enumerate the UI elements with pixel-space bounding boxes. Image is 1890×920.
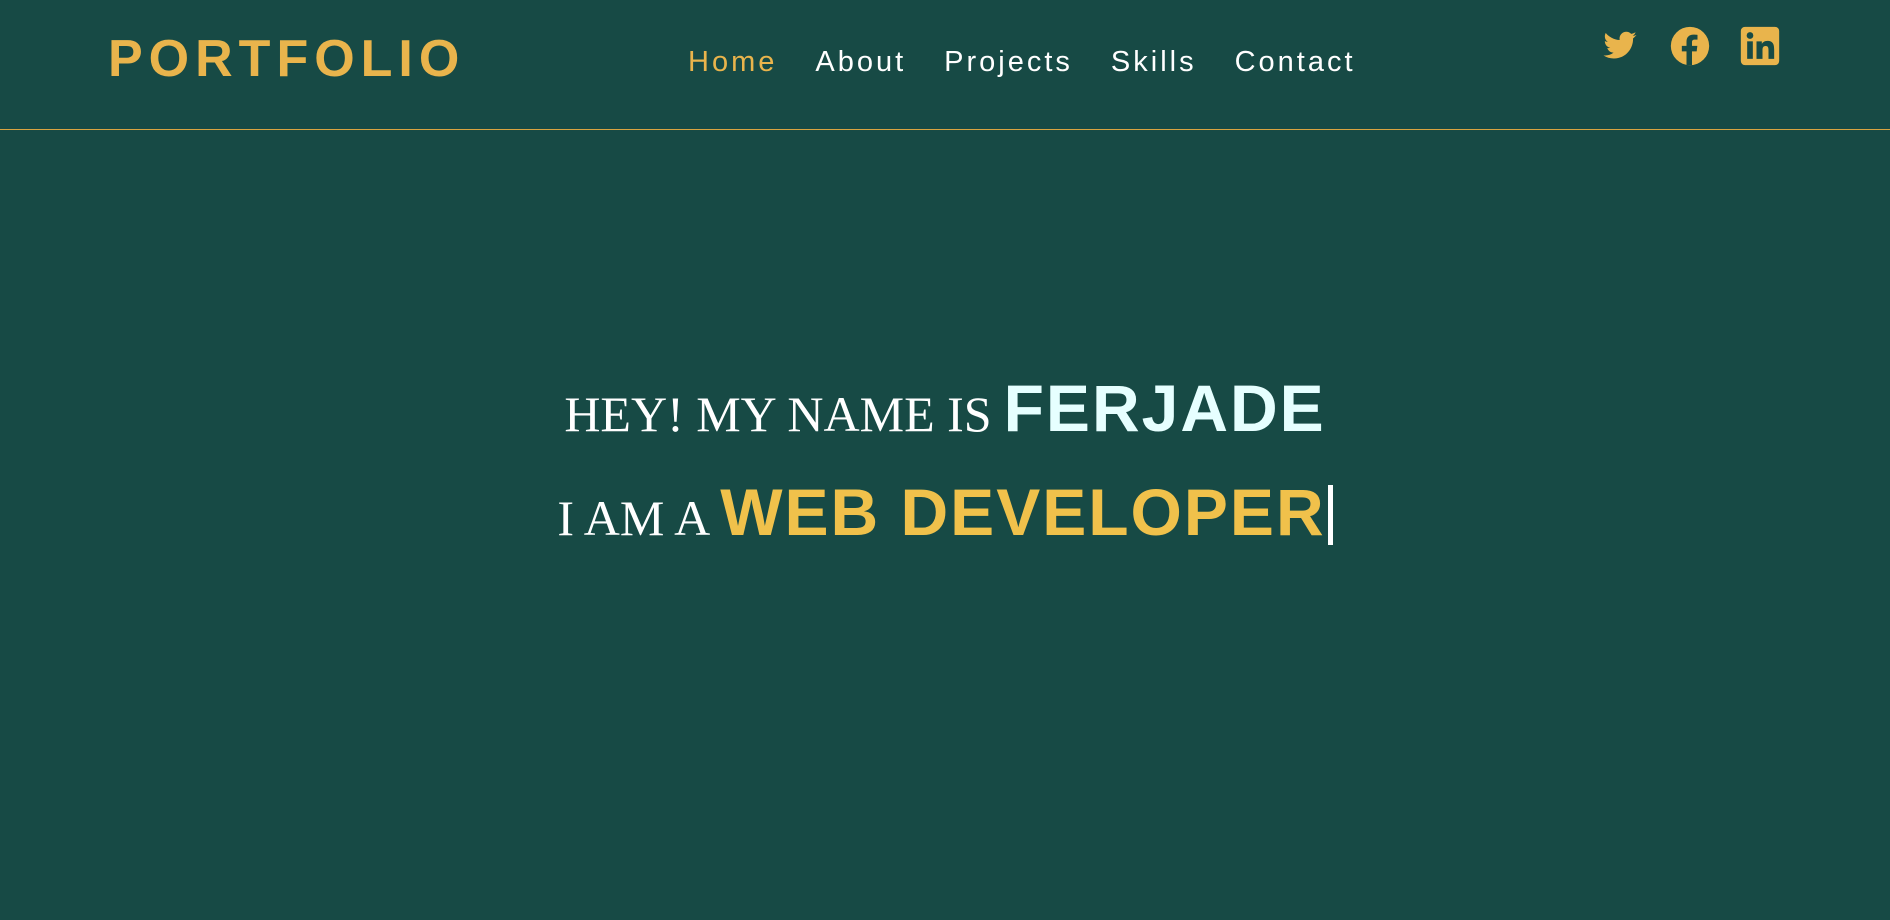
nav-item-contact: Contact bbox=[1235, 42, 1356, 82]
nav-item-home: Home bbox=[688, 42, 777, 82]
nav-link-skills[interactable]: Skills bbox=[1111, 46, 1197, 78]
nav-link-contact[interactable]: Contact bbox=[1235, 46, 1356, 78]
nav-item-about: About bbox=[815, 42, 906, 82]
nav-link-about[interactable]: About bbox=[815, 46, 906, 78]
top-navbar: PORTFOLIO Home About Projects Skills Con… bbox=[0, 0, 1890, 130]
site-logo[interactable]: PORTFOLIO bbox=[108, 27, 465, 91]
nav-item-skills: Skills bbox=[1111, 42, 1197, 82]
nav-link-home[interactable]: Home bbox=[688, 46, 777, 78]
hero-greeting: HEY! MY NAME IS bbox=[564, 386, 992, 442]
nav-link-projects[interactable]: Projects bbox=[944, 46, 1073, 78]
hero-role: WEB DEVELOPER bbox=[720, 475, 1326, 549]
hero-name: FERJADE bbox=[1003, 371, 1326, 445]
hero-role-prefix: I AM A bbox=[557, 490, 711, 546]
hero-greeting-line: HEY! MY NAME IS FERJADE bbox=[0, 370, 1890, 474]
typing-caret bbox=[1327, 485, 1333, 545]
social-links bbox=[1600, 24, 1780, 68]
hero-role-line: I AM A WEB DEVELOPER bbox=[0, 474, 1890, 578]
twitter-icon[interactable] bbox=[1600, 24, 1640, 68]
nav-item-projects: Projects bbox=[944, 42, 1073, 82]
hero-section: HEY! MY NAME IS FERJADE I AM A WEB DEVEL… bbox=[0, 370, 1890, 578]
facebook-icon[interactable] bbox=[1670, 24, 1710, 68]
linkedin-icon[interactable] bbox=[1740, 24, 1780, 68]
nav-menu: Home About Projects Skills Contact bbox=[688, 42, 1356, 82]
